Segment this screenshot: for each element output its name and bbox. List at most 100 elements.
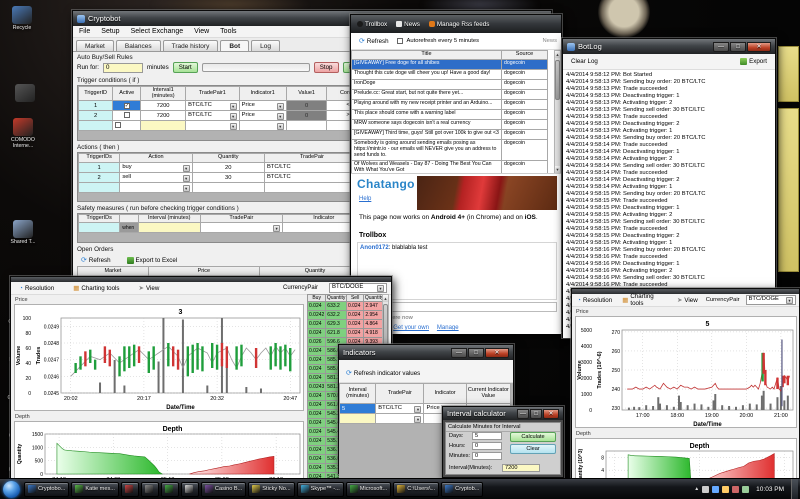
price-tab[interactable]: Price bbox=[576, 309, 589, 315]
sticky-note[interactable] bbox=[778, 108, 799, 272]
interval1-cell[interactable]: 7200 bbox=[141, 101, 186, 111]
menu-item-view[interactable]: View bbox=[194, 28, 209, 35]
empty-cell[interactable]: ▾ bbox=[239, 121, 286, 131]
empty-cell[interactable] bbox=[113, 121, 141, 131]
price-chart[interactable]: 517:0018:0019:0020:0021:0023024025026027… bbox=[575, 316, 797, 428]
news-row[interactable]: Playing around with my new receipt print… bbox=[352, 100, 548, 110]
start-button[interactable]: Start bbox=[173, 62, 198, 73]
empty-cell[interactable]: ▾ bbox=[376, 414, 424, 424]
chevron-down-icon[interactable]: ▾ bbox=[183, 175, 190, 182]
minimize-button[interactable]: — bbox=[517, 409, 529, 419]
empty-cell[interactable]: ▾ bbox=[120, 183, 192, 193]
hours-input[interactable]: 0 bbox=[472, 442, 502, 450]
chevron-down-icon[interactable]: ▾ bbox=[414, 406, 421, 413]
tray-volume-icon[interactable] bbox=[722, 486, 729, 493]
tray-action-icon[interactable] bbox=[732, 486, 739, 493]
maximize-button[interactable]: □ bbox=[530, 409, 542, 419]
chevron-down-icon[interactable]: ▾ bbox=[277, 113, 284, 120]
get-your-own-link[interactable]: Get your own bbox=[393, 325, 429, 331]
chevron-down-icon[interactable]: ▾ bbox=[277, 123, 284, 130]
toolbar-news[interactable]: News bbox=[396, 21, 420, 28]
minimize-button[interactable]: — bbox=[451, 348, 467, 358]
chevron-down-icon[interactable]: ▾ bbox=[230, 113, 237, 120]
depth-tab[interactable]: Depth bbox=[576, 431, 591, 437]
safety-interval-cell[interactable] bbox=[138, 223, 200, 233]
toolbar-manage-rss-feeds[interactable]: Manage Rss feeds bbox=[429, 21, 490, 28]
menu-item-file[interactable]: File bbox=[79, 28, 90, 35]
tray-network-icon[interactable] bbox=[712, 486, 719, 493]
chevron-down-icon[interactable]: ▾ bbox=[414, 416, 421, 423]
show-desktop-button[interactable] bbox=[791, 479, 798, 499]
empty-cell[interactable]: ▾ bbox=[264, 183, 359, 193]
close-button[interactable]: ✕ bbox=[747, 42, 771, 52]
action-tradepair-select[interactable]: BTC/LTC▾ bbox=[264, 173, 359, 183]
chevron-down-icon[interactable]: ▾ bbox=[183, 165, 190, 172]
tray-app-icon[interactable] bbox=[702, 486, 709, 493]
resolution-menu[interactable]: ◔Resolution bbox=[575, 296, 614, 305]
tab-bot[interactable]: Bot bbox=[220, 40, 249, 51]
chevron-down-icon[interactable]: ▾ bbox=[277, 103, 284, 110]
chevron-down-icon[interactable]: ▾ bbox=[183, 185, 190, 192]
empty-cell[interactable] bbox=[286, 121, 327, 131]
trigger-active-cell[interactable] bbox=[113, 111, 141, 121]
chatango-help-link[interactable]: Help bbox=[359, 196, 371, 202]
menu-item-tools[interactable]: Tools bbox=[220, 28, 236, 35]
chevron-down-icon[interactable]: ▾ bbox=[230, 103, 237, 110]
news-refresh-button[interactable]: ⟳Refresh bbox=[355, 35, 393, 47]
tab-log[interactable]: Log bbox=[251, 40, 280, 51]
active-checkbox[interactable] bbox=[115, 122, 121, 128]
taskbar-button[interactable]: Cryptob... bbox=[441, 482, 483, 497]
charting-tools-menu[interactable]: ▦Charting tools bbox=[69, 282, 123, 294]
calculate-button[interactable]: Calculate bbox=[510, 432, 556, 442]
view-menu[interactable]: ➤View bbox=[675, 295, 700, 305]
tray-expand-icon[interactable]: ▲ bbox=[694, 486, 699, 492]
close-button[interactable]: ✕ bbox=[485, 348, 509, 358]
calculator-titlebar[interactable]: Interval calculator — □ ✕ bbox=[443, 407, 563, 420]
taskbar-button[interactable]: Sticky No... bbox=[248, 482, 294, 497]
news-row[interactable]: Prelude.cc: Great start, but not quite t… bbox=[352, 90, 548, 100]
active-checkbox[interactable] bbox=[124, 112, 130, 118]
close-button[interactable]: ✕ bbox=[543, 409, 559, 419]
desktop-icon[interactable] bbox=[7, 84, 43, 103]
tradepair1-select[interactable]: BTC/LTC▾ bbox=[186, 111, 240, 121]
action-select[interactable]: buy▾ bbox=[120, 163, 192, 173]
action-select[interactable]: sell▾ bbox=[120, 173, 192, 183]
charting-tools-menu[interactable]: ▦Charting tools bbox=[620, 292, 669, 308]
days-input[interactable]: 5 bbox=[472, 432, 502, 440]
log-export-button[interactable]: Export bbox=[736, 56, 771, 67]
resolution-menu[interactable]: ◔Resolution bbox=[15, 283, 58, 294]
indicator-tradepair-select[interactable]: BTC/LTC▾ bbox=[376, 404, 424, 414]
taskbar-button[interactable]: Skype™ -... bbox=[297, 482, 344, 497]
clear-log-button[interactable]: Clear Log bbox=[567, 56, 602, 67]
orderbook-row[interactable]: 0.024629.30.0244.864 bbox=[308, 320, 385, 329]
news-row[interactable]: IronDogedogecoin bbox=[352, 80, 548, 90]
export-to-excel-button[interactable]: Export to Excel bbox=[123, 254, 182, 266]
action-quantity-cell[interactable]: 30 bbox=[192, 173, 264, 183]
news-row[interactable]: [GIVEAWAY] Free doge for all shibesdogec… bbox=[352, 60, 548, 70]
news-row[interactable]: MRW someone says dogecoin isn't a real c… bbox=[352, 120, 548, 130]
orders-refresh-button[interactable]: ⟳Refresh bbox=[77, 254, 115, 266]
safety-trigger-ids-cell[interactable] bbox=[79, 223, 120, 233]
botlog-titlebar[interactable]: BotLog — □ ✕ bbox=[563, 39, 775, 54]
active-checkbox[interactable]: ✓ bbox=[124, 103, 130, 109]
indicator-interval-cell[interactable]: 5 bbox=[340, 404, 376, 414]
scroll-up-icon[interactable]: ▲ bbox=[383, 295, 388, 302]
price-chart[interactable]: 320:0220:1720:3220:470.02450.02460.02470… bbox=[14, 304, 304, 411]
minutes-input[interactable]: 0 bbox=[472, 452, 502, 460]
desktop-icon[interactable]: Recycle bbox=[4, 6, 40, 31]
news-row[interactable]: This place should come with a warning la… bbox=[352, 110, 548, 120]
chevron-down-icon[interactable]: ▾ bbox=[230, 123, 237, 130]
menu-item-setup[interactable]: Setup bbox=[101, 28, 119, 35]
news-row[interactable]: Thought this cute doge will cheer you up… bbox=[352, 70, 548, 80]
empty-cell[interactable] bbox=[79, 183, 120, 193]
chevron-down-icon[interactable]: ▾ bbox=[273, 225, 280, 232]
orderbook-row[interactable]: 0.024621.80.0244.918 bbox=[308, 329, 385, 338]
action-quantity-cell[interactable]: 20 bbox=[192, 163, 264, 173]
taskbar-button[interactable]: C:\Users\... bbox=[393, 482, 439, 497]
news-row[interactable]: Somebody is going around sending emails … bbox=[352, 140, 548, 161]
price-tab[interactable]: Price bbox=[15, 297, 28, 303]
taskbar-button[interactable] bbox=[121, 482, 139, 497]
indicators-titlebar[interactable]: Indicators — □ ✕ bbox=[339, 345, 513, 360]
taskbar-button[interactable] bbox=[161, 482, 179, 497]
sticky-note[interactable] bbox=[778, 46, 799, 102]
